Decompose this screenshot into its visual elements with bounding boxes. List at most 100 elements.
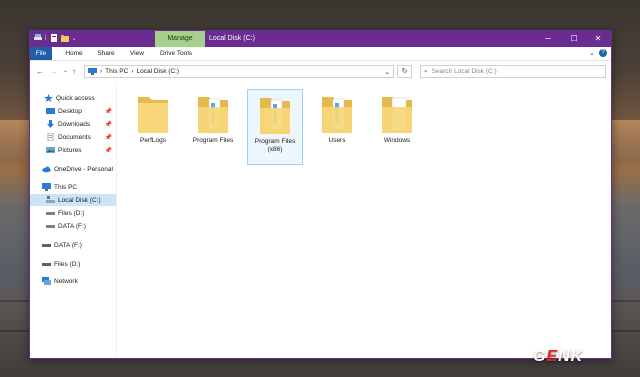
folder-item[interactable]: Windows xyxy=(369,89,425,165)
path-separator: › xyxy=(100,68,103,75)
sidebar-item-desktop[interactable]: Desktop 📌 xyxy=(30,105,116,117)
sidebar-label: OneDrive - Personal xyxy=(54,165,113,173)
sidebar-label: Downloads xyxy=(58,120,91,128)
folder-icon xyxy=(138,97,168,133)
download-arrow-icon xyxy=(47,120,54,128)
sidebar-item-local-disk-c[interactable]: Local Disk (C:) xyxy=(30,194,116,206)
file-list: PerfLogs Program Files Program Files (x8… xyxy=(117,83,611,358)
sidebar-item-data-f-root[interactable]: DATA (F:) xyxy=(30,239,116,251)
drive-icon xyxy=(46,225,55,228)
sidebar-item-quick-access[interactable]: Quick access xyxy=(30,92,116,104)
folder-icon xyxy=(382,97,412,133)
tab-drive-tools[interactable]: Drive Tools xyxy=(156,47,196,60)
folder-icon xyxy=(322,97,352,133)
minimize-button[interactable]: ─ xyxy=(535,31,561,47)
pin-icon[interactable]: 📌 xyxy=(105,121,112,128)
quick-access-toolbar: | ⌄ xyxy=(34,34,77,42)
pin-icon[interactable]: 📌 xyxy=(105,147,112,154)
sidebar-item-this-pc[interactable]: This PC xyxy=(30,181,116,193)
sidebar-label: Files (D:) xyxy=(58,209,85,217)
folder-label: Program Files xyxy=(192,137,234,144)
search-box[interactable]: ⌕ Search Local Disk (C:) xyxy=(420,65,606,78)
address-bar[interactable]: › This PC › Local Disk (C:) ⌄ xyxy=(84,65,394,78)
forward-button[interactable]: → xyxy=(50,67,58,76)
properties-icon[interactable] xyxy=(50,34,58,42)
back-button[interactable]: ← xyxy=(36,67,44,76)
title-bar[interactable]: | ⌄ Manage Local Disk (C:) ─ ☐ ✕ xyxy=(30,31,611,47)
new-folder-icon[interactable] xyxy=(60,34,69,42)
desktop-icon xyxy=(46,108,55,114)
sidebar-item-downloads[interactable]: Downloads 📌 xyxy=(30,118,116,130)
folder-label: Users xyxy=(328,137,346,144)
path-separator: › xyxy=(131,68,134,75)
separator: | xyxy=(45,35,47,41)
drive-icon[interactable] xyxy=(34,34,42,42)
tab-home[interactable]: Home xyxy=(60,47,88,60)
windows-drive-icon xyxy=(46,196,55,203)
folder-item[interactable]: Users xyxy=(309,89,365,165)
search-icon: ⌕ xyxy=(424,67,428,75)
pin-icon[interactable]: 📌 xyxy=(105,134,112,141)
computer-icon xyxy=(42,183,51,191)
customize-toolbar-icon[interactable]: ⌄ xyxy=(72,35,77,42)
sidebar-label: This PC xyxy=(54,183,78,191)
sidebar-item-network[interactable]: Network xyxy=(30,275,116,287)
pictures-icon xyxy=(46,147,55,153)
sidebar-label: DATA (F:) xyxy=(58,222,86,230)
manage-tab[interactable]: Manage xyxy=(155,31,205,47)
network-icon xyxy=(42,277,51,285)
maximize-button[interactable]: ☐ xyxy=(561,31,587,47)
this-pc-icon xyxy=(88,68,97,75)
genk-watermark: GENK xyxy=(533,348,583,366)
folder-label-line2: (x86) xyxy=(267,146,283,153)
up-button[interactable]: ↑ xyxy=(72,67,76,76)
sidebar-item-files-d[interactable]: Files (D:) xyxy=(30,207,116,219)
window-title: Local Disk (C:) xyxy=(209,35,255,42)
pin-icon[interactable]: 📌 xyxy=(105,108,112,115)
folder-label: PerfLogs xyxy=(139,137,167,144)
sidebar-label: DATA (F:) xyxy=(54,241,82,249)
star-icon xyxy=(44,94,53,102)
address-dropdown-icon[interactable]: ⌄ xyxy=(385,68,390,76)
breadcrumb-this-pc[interactable]: This PC xyxy=(105,68,128,75)
sidebar-item-data-f[interactable]: DATA (F:) xyxy=(30,220,116,232)
navigation-pane: Quick access Desktop 📌 Downloads 📌 Docum… xyxy=(30,83,117,358)
tab-file[interactable]: File xyxy=(30,47,52,60)
sidebar-label: Quick access xyxy=(56,94,95,102)
folder-label: Windows xyxy=(383,137,411,144)
sidebar-label: Desktop xyxy=(58,107,82,115)
folder-item[interactable]: Program Files xyxy=(185,89,241,165)
sidebar-label: Local Disk (C:) xyxy=(58,196,101,204)
folder-item[interactable]: PerfLogs xyxy=(125,89,181,165)
help-icon[interactable]: ? xyxy=(599,49,607,57)
sidebar-item-files-d-root[interactable]: Files (D:) xyxy=(30,258,116,270)
explorer-window: | ⌄ Manage Local Disk (C:) ─ ☐ ✕ File Ho… xyxy=(29,30,612,359)
breadcrumb-local-disk[interactable]: Local Disk (C:) xyxy=(136,68,179,75)
close-button[interactable]: ✕ xyxy=(585,31,611,47)
ribbon: File Home Share View Drive Tools ⌄ ? xyxy=(30,47,611,61)
sidebar-item-documents[interactable]: Documents 📌 xyxy=(30,131,116,143)
watermark-letter: NK xyxy=(558,348,584,365)
address-row: ← → ⌄ ↑ › This PC › Local Disk (C:) ⌄ ↻ … xyxy=(30,61,611,83)
drive-icon xyxy=(42,244,51,247)
folder-label: Program Files xyxy=(254,138,296,145)
sidebar-label: Pictures xyxy=(58,146,82,154)
folder-icon xyxy=(198,97,228,133)
refresh-button[interactable]: ↻ xyxy=(397,65,412,78)
sidebar-item-onedrive[interactable]: OneDrive - Personal xyxy=(30,163,116,175)
sidebar-item-pictures[interactable]: Pictures 📌 xyxy=(30,144,116,156)
tab-view[interactable]: View xyxy=(124,47,150,60)
watermark-letter: G xyxy=(533,348,547,365)
drive-icon xyxy=(42,263,51,266)
sidebar-label: Documents xyxy=(58,133,91,141)
watermark-letter: E xyxy=(546,348,559,365)
folder-item[interactable]: Program Files (x86) xyxy=(247,89,303,165)
drive-icon xyxy=(46,212,55,215)
tab-share[interactable]: Share xyxy=(92,47,120,60)
folder-icon xyxy=(260,98,290,134)
sidebar-label: Files (D:) xyxy=(54,260,81,268)
recent-locations-button[interactable]: ⌄ xyxy=(63,67,68,74)
search-placeholder: Search Local Disk (C:) xyxy=(431,68,497,75)
documents-icon xyxy=(47,133,54,141)
expand-ribbon-icon[interactable]: ⌄ xyxy=(589,49,595,57)
